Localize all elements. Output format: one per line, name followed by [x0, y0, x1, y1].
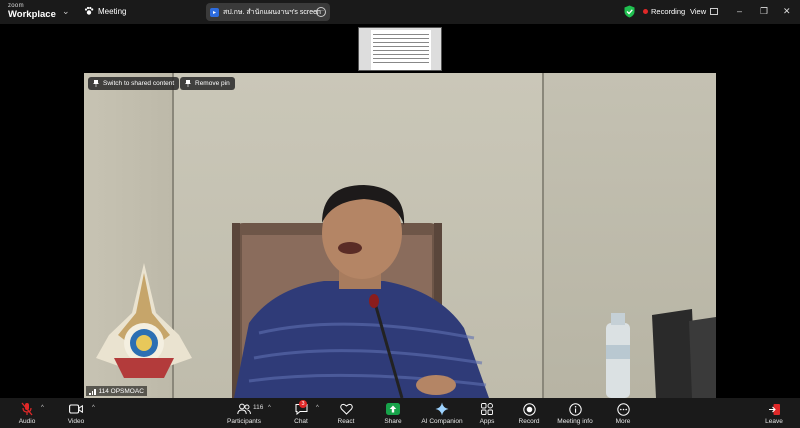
- recording-indicator[interactable]: Recording: [643, 7, 685, 16]
- share-label: Share: [384, 418, 402, 425]
- paw-icon: [84, 6, 94, 15]
- audio-label: Audio: [18, 418, 36, 425]
- shared-screen-thumbnail[interactable]: [358, 27, 442, 71]
- close-icon[interactable]: ✕: [783, 6, 791, 17]
- record-icon: [522, 402, 536, 416]
- info-icon: [568, 402, 582, 416]
- meeting-toolbar: Audio ^ Video ^ Participants 116 ^ 3 Cha…: [0, 398, 800, 428]
- apps-button[interactable]: Apps: [476, 402, 498, 425]
- chat-unread-badge: 3: [299, 400, 307, 408]
- thumbnail-line: [373, 34, 429, 35]
- thumbnail-line: [373, 50, 429, 51]
- react-label: React: [337, 418, 355, 425]
- screen-share-indicator[interactable]: ▸ สป.กษ. สำนักแผนงานฯ's screen ···: [206, 3, 330, 21]
- more-dots-icon: [616, 402, 630, 416]
- brand-workplace-text: Workplace: [8, 9, 56, 20]
- more-label: More: [615, 418, 631, 425]
- share-button[interactable]: Share: [381, 402, 405, 425]
- video-camera-icon: [69, 404, 83, 414]
- thumbnail-line: [373, 46, 429, 47]
- view-label: View: [690, 7, 707, 16]
- pin-icon: [185, 80, 191, 87]
- leave-label: Leave: [765, 418, 783, 425]
- record-label: Record: [518, 418, 540, 425]
- react-button[interactable]: React: [334, 402, 358, 425]
- speaker-scene: [96, 185, 716, 398]
- shield-check-icon[interactable]: [624, 5, 635, 18]
- pinned-video-feed[interactable]: Switch to shared content Remove pin 114 …: [84, 73, 716, 398]
- sparkle-icon: [435, 402, 449, 416]
- ai-companion-button[interactable]: AI Companion: [420, 402, 464, 425]
- participant-name-tag: 114 OPSMOAC: [86, 386, 147, 396]
- participants-label: Participants: [227, 418, 261, 425]
- chat-label: Chat: [294, 418, 308, 425]
- signal-strength-icon: [89, 388, 96, 395]
- meeting-info-button[interactable]: Meeting info: [555, 402, 595, 425]
- more-options-icon[interactable]: ···: [316, 7, 326, 17]
- thumbnail-line: [373, 62, 429, 63]
- switch-to-shared-content-button[interactable]: Switch to shared content: [88, 77, 180, 90]
- meeting-label: Meeting: [98, 6, 127, 16]
- apps-label: Apps: [479, 418, 495, 425]
- chat-options-chevron-icon[interactable]: ^: [316, 405, 319, 411]
- remove-pin-label: Remove pin: [195, 80, 230, 87]
- chevron-down-icon[interactable]: ⌄: [62, 6, 70, 17]
- apps-grid-icon: [481, 403, 493, 415]
- microphone-muted-icon: [21, 402, 33, 416]
- audio-button[interactable]: Audio: [14, 402, 40, 425]
- video-button[interactable]: Video: [64, 402, 88, 425]
- view-button[interactable]: View: [690, 7, 719, 16]
- participants-count: 116: [253, 404, 264, 411]
- thumbnail-line: [373, 42, 429, 43]
- maximize-icon[interactable]: ❐: [760, 6, 768, 17]
- title-bar: zoom Workplace ⌄ Meeting ▸ สป.กษ. สำนักแ…: [0, 0, 800, 24]
- video-label: Video: [67, 418, 85, 425]
- screen-share-icon: ▸: [210, 7, 219, 17]
- thumbnail-line: [373, 58, 429, 59]
- chat-button[interactable]: 3 Chat: [290, 400, 312, 425]
- recording-label: Recording: [651, 7, 686, 16]
- participants-icon: [237, 403, 251, 415]
- ai-companion-label: AI Companion: [421, 418, 463, 425]
- switch-to-shared-content-label: Switch to shared content: [103, 80, 175, 87]
- share-screen-icon: [386, 403, 400, 415]
- participant-name: 114 OPSMOAC: [98, 387, 144, 395]
- audio-options-chevron-icon[interactable]: ^: [41, 405, 44, 411]
- zoom-workplace-logo[interactable]: zoom Workplace: [8, 3, 56, 20]
- video-options-chevron-icon[interactable]: ^: [92, 405, 95, 411]
- recording-dot-icon: [643, 9, 648, 14]
- record-button[interactable]: Record: [517, 402, 541, 425]
- grid-view-icon: [710, 8, 719, 15]
- minimize-icon[interactable]: –: [737, 6, 742, 16]
- more-button[interactable]: More: [611, 402, 635, 425]
- meeting-menu[interactable]: Meeting: [84, 6, 126, 16]
- participants-options-chevron-icon[interactable]: ^: [268, 405, 271, 411]
- thumbnail-line: [373, 54, 429, 55]
- meeting-info-label: Meeting info: [557, 418, 593, 425]
- heart-icon: [339, 403, 353, 415]
- remove-pin-button[interactable]: Remove pin: [180, 77, 235, 90]
- leave-door-icon: [768, 403, 780, 415]
- screen-share-label: สป.กษ. สำนักแผนงานฯ's screen: [223, 8, 321, 16]
- pin-icon: [93, 80, 99, 87]
- thumbnail-line: [373, 38, 429, 39]
- leave-button[interactable]: Leave: [762, 402, 786, 425]
